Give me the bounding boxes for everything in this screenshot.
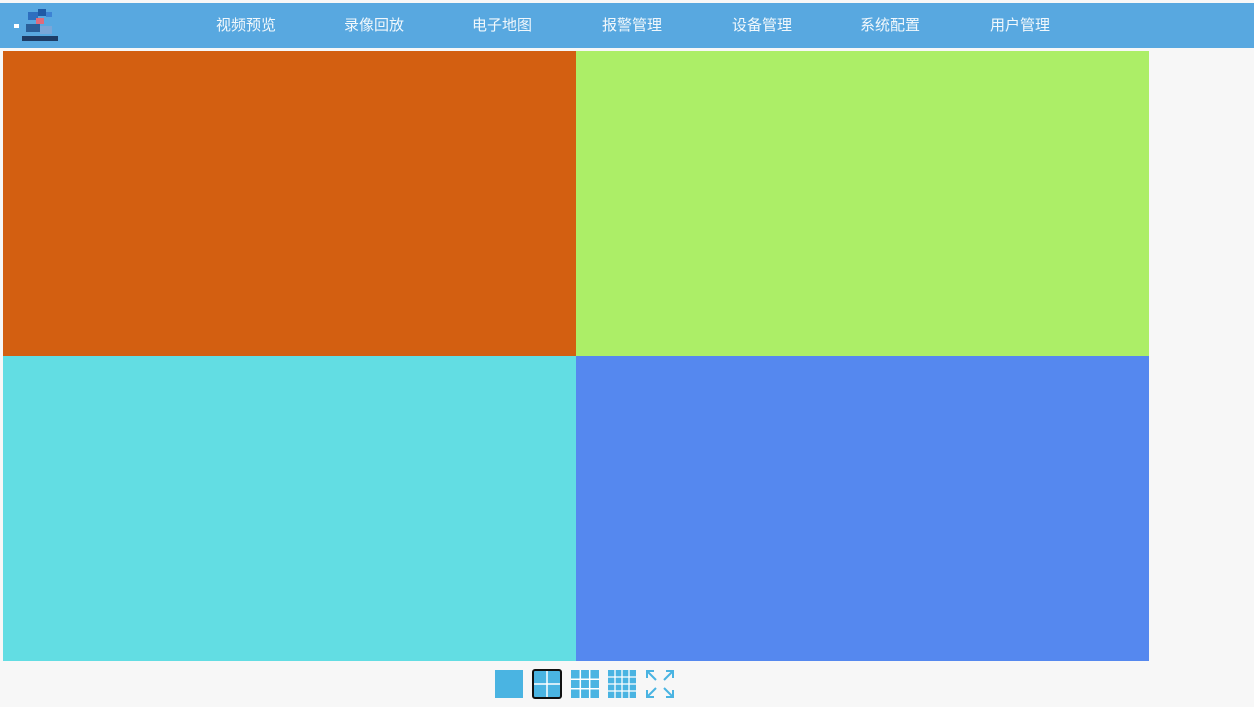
quad-view-button[interactable] [532, 669, 562, 699]
fullscreen-button[interactable] [645, 669, 675, 699]
video-grid [3, 51, 1149, 661]
nav-item-2[interactable]: 录像回放 [336, 15, 412, 37]
video-cell-2[interactable] [576, 51, 1149, 356]
nav-item-4[interactable]: 报警管理 [594, 15, 670, 37]
single-view-button[interactable] [494, 669, 524, 699]
nav-item-1[interactable]: 视频预览 [208, 15, 284, 37]
video-cell-1[interactable] [3, 51, 576, 356]
nine-view-button[interactable] [570, 669, 600, 699]
sixteen-view-icon [608, 670, 636, 698]
video-cell-4[interactable] [576, 356, 1149, 661]
video-cell-3[interactable] [3, 356, 576, 661]
quad-view-icon [532, 669, 562, 699]
nav-item-3[interactable]: 电子地图 [464, 15, 540, 37]
nav-item-7[interactable]: 用户管理 [982, 15, 1058, 37]
main-nav: 视频预览 录像回放 电子地图 报警管理 设备管理 系统配置 用户管理 [0, 3, 1254, 48]
nav-item-6[interactable]: 系统配置 [852, 15, 928, 37]
nav-item-5[interactable]: 设备管理 [724, 15, 800, 37]
top-navigation-bar: 视频预览 录像回放 电子地图 报警管理 设备管理 系统配置 用户管理 [0, 3, 1254, 48]
single-view-icon [495, 670, 523, 698]
layout-toolbar [494, 668, 684, 700]
sixteen-view-button[interactable] [607, 669, 637, 699]
fullscreen-icon [646, 670, 674, 698]
nine-view-icon [571, 670, 599, 698]
